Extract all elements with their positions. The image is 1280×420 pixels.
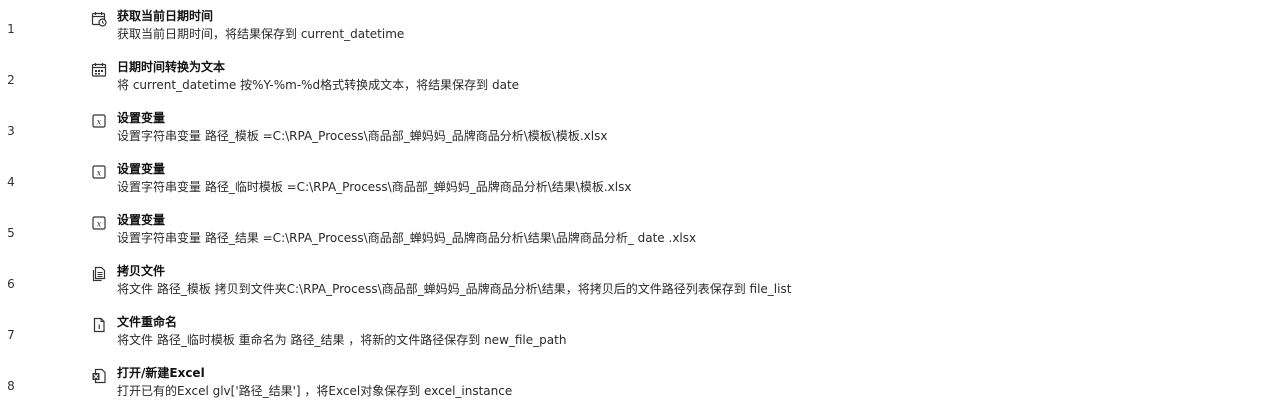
line-number: 8 [7,379,15,393]
step-text: 设置变量 设置字符串变量 路径_临时模板 =C:\RPA_Process\商品部… [117,161,1260,196]
step-title: 获取当前日期时间 [117,9,214,23]
step-title: 设置变量 [117,162,166,176]
step-text: 日期时间转换为文本 将 current_datetime 按%Y-%m-%d格式… [117,59,1260,94]
flow-step-get-datetime[interactable]: 1 获取当前日期时间 获取当前日期时间，将结果保存到 current_datet… [0,4,1280,55]
step-title: 拷贝文件 [117,264,166,278]
step-title: 设置变量 [117,111,166,125]
step-text: 打开/新建Excel 打开已有的Excel glv['路径_结果'] ，将Exc… [117,365,1260,400]
line-number: 5 [7,226,15,240]
flow-step-set-variable-template[interactable]: 3 x 设置变量 设置字符串变量 路径_模板 =C:\RPA_Process\商… [0,106,1280,157]
step-title: 设置变量 [117,213,166,227]
step-text: 设置变量 设置字符串变量 路径_模板 =C:\RPA_Process\商品部_蝉… [117,110,1260,145]
rename-file-icon: I [91,317,107,333]
flow-step-rename-file[interactable]: 7 I 文件重命名 将文件 路径_临时模板 重命名为 路径_结果 ，将新的文件路… [0,310,1280,361]
variable-icon: x [91,113,107,129]
step-description: 设置字符串变量 路径_模板 =C:\RPA_Process\商品部_蝉妈妈_品牌… [117,129,608,143]
flow-step-set-variable-temp-template[interactable]: 4 x 设置变量 设置字符串变量 路径_临时模板 =C:\RPA_Process… [0,157,1280,208]
step-text: 文件重命名 将文件 路径_临时模板 重命名为 路径_结果 ，将新的文件路径保存到… [117,314,1260,349]
step-description: 设置字符串变量 路径_结果 =C:\RPA_Process\商品部_蝉妈妈_品牌… [117,231,697,245]
step-title: 日期时间转换为文本 [117,60,226,74]
step-title: 文件重命名 [117,315,178,329]
svg-text:x: x [97,220,102,229]
copy-file-icon [91,266,107,282]
step-title: 打开/新建Excel [117,366,205,380]
flow-step-open-excel[interactable]: 8 打开/新建Excel 打开已有的Excel glv['路径_结果'] ，将E… [0,361,1280,412]
excel-icon [91,368,107,384]
step-text: 设置变量 设置字符串变量 路径_结果 =C:\RPA_Process\商品部_蝉… [117,212,1260,247]
line-number: 1 [7,22,15,36]
flow-step-set-variable-result[interactable]: 5 x 设置变量 设置字符串变量 路径_结果 =C:\RPA_Process\商… [0,208,1280,259]
variable-icon: x [91,164,107,180]
line-number: 3 [7,124,15,138]
step-description: 将 current_datetime 按%Y-%m-%d格式转换成文本，将结果保… [117,78,520,92]
line-number: 6 [7,277,15,291]
step-description: 获取当前日期时间，将结果保存到 current_datetime [117,27,405,41]
step-description: 设置字符串变量 路径_临时模板 =C:\RPA_Process\商品部_蝉妈妈_… [117,180,632,194]
variable-icon: x [91,215,107,231]
flow-steps-list: 1 获取当前日期时间 获取当前日期时间，将结果保存到 current_datet… [0,4,1280,412]
step-text: 获取当前日期时间 获取当前日期时间，将结果保存到 current_datetim… [117,8,1260,43]
step-text: 拷贝文件 将文件 路径_模板 拷贝到文件夹C:\RPA_Process\商品部_… [117,263,1260,298]
line-number: 2 [7,73,15,87]
calendar-text-icon [91,62,107,78]
step-description: 打开已有的Excel glv['路径_结果'] ，将Excel对象保存到 exc… [117,384,513,398]
step-description: 将文件 路径_模板 拷贝到文件夹C:\RPA_Process\商品部_蝉妈妈_品… [117,282,792,296]
line-number: 7 [7,328,15,342]
line-number: 4 [7,175,15,189]
flow-step-datetime-to-text[interactable]: 2 日期时间转换为文本 将 current_datetime 按%Y-%m-%d… [0,55,1280,106]
svg-text:I: I [98,324,100,331]
svg-text:x: x [97,118,102,127]
svg-text:x: x [97,169,102,178]
flow-step-copy-file[interactable]: 6 拷贝文件 将文件 路径_模板 拷贝到文件夹C:\RPA_Process\商品… [0,259,1280,310]
calendar-clock-icon [91,11,107,27]
step-description: 将文件 路径_临时模板 重命名为 路径_结果 ，将新的文件路径保存到 new_f… [117,333,567,347]
